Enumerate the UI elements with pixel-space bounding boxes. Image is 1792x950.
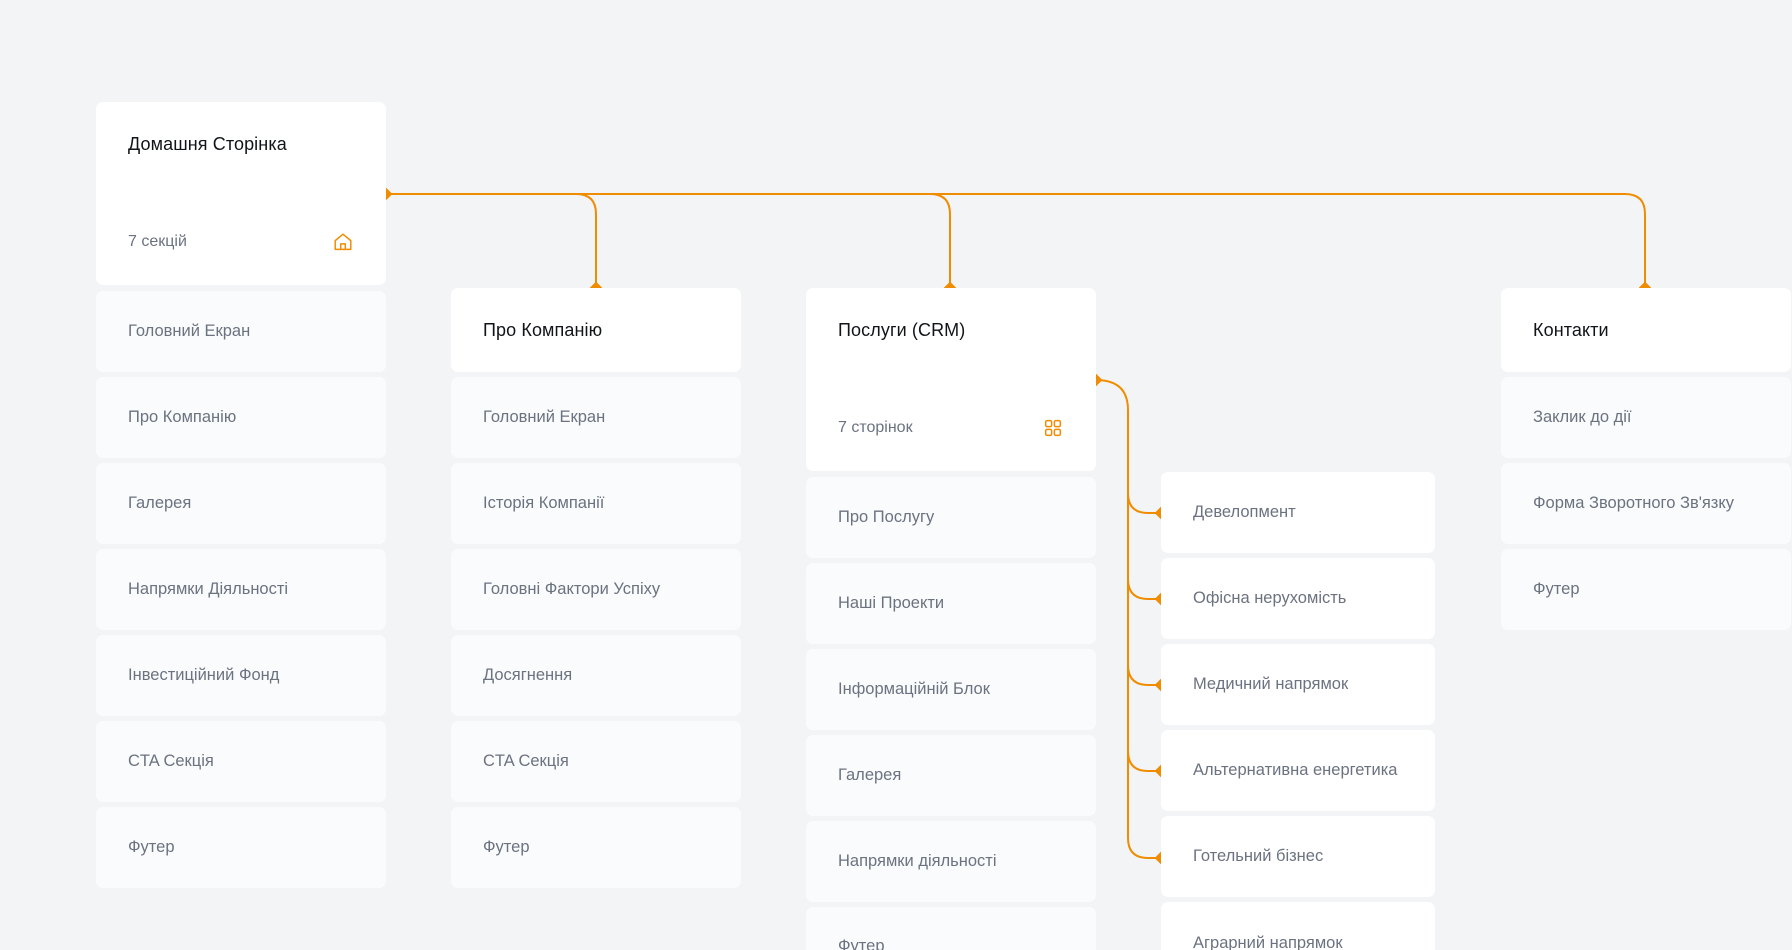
home-page-meta: 7 секцій — [128, 231, 354, 253]
service-page-item[interactable]: Офісна нерухомість — [1161, 558, 1435, 639]
contacts-section-item[interactable]: Форма Зворотного Зв'язку — [1501, 463, 1791, 544]
services-page-card[interactable]: Послуги (CRM) 7 сторінок — [806, 288, 1096, 471]
home-section-item[interactable]: Напрямки Діяльності — [96, 549, 386, 630]
service-page-label: Офісна нерухомість — [1193, 589, 1347, 607]
service-page-label: Альтернативна енергетика — [1193, 761, 1398, 779]
home-section-label: Футер — [128, 838, 175, 856]
about-section-label: Досягнення — [483, 666, 573, 684]
services-page-count: 7 сторінок — [838, 419, 913, 436]
services-section-item[interactable]: Напрямки діяльності — [806, 821, 1096, 902]
home-page-card[interactable]: Домашня Сторінка 7 секцій — [96, 102, 386, 285]
services-section-item[interactable]: Галерея — [806, 735, 1096, 816]
services-section-label: Футер — [838, 937, 885, 950]
contacts-section-item[interactable]: Футер — [1501, 549, 1791, 630]
about-page-card[interactable]: Про Компанію — [451, 288, 741, 372]
connector-home-to-services — [576, 193, 951, 288]
service-page-item[interactable]: Девелопмент — [1161, 472, 1435, 553]
home-section-label: Головний Екран — [128, 322, 251, 340]
connector-branch-2 — [1127, 578, 1161, 600]
service-page-item[interactable]: Готельний бізнес — [1161, 816, 1435, 897]
home-section-item[interactable]: Про Компанію — [96, 377, 386, 458]
home-section-label: Галерея — [128, 494, 192, 512]
about-section-item[interactable]: CTA Секція — [451, 721, 741, 802]
service-page-label: Аграрний напрямок — [1193, 934, 1343, 950]
about-section-item[interactable]: Головні Фактори Успіху — [451, 549, 741, 630]
connector-branch-3 — [1127, 664, 1161, 686]
services-section-item[interactable]: Інформаційній Блок — [806, 649, 1096, 730]
connector-home-to-about — [386, 193, 597, 288]
about-section-item[interactable]: Головний Екран — [451, 377, 741, 458]
services-section-item[interactable]: Наші Проекти — [806, 563, 1096, 644]
about-section-label: Футер — [483, 838, 530, 856]
services-section-item[interactable]: Про Послугу — [806, 477, 1096, 558]
about-section-label: CTA Секція — [483, 752, 569, 770]
services-page-title: Послуги (CRM) — [838, 320, 966, 340]
connector-branch-1 — [1127, 492, 1161, 514]
about-section-label: Головні Фактори Успіху — [483, 580, 661, 598]
services-section-label: Інформаційній Блок — [838, 680, 990, 698]
connector-home-to-contacts — [930, 193, 1646, 288]
services-section-item[interactable]: Футер — [806, 907, 1096, 950]
service-page-label: Девелопмент — [1193, 503, 1296, 521]
connector-services-to-pages — [1095, 379, 1161, 859]
home-section-label: Про Компанію — [128, 408, 237, 426]
services-section-label: Галерея — [838, 766, 902, 784]
home-page-count: 7 секцій — [128, 233, 187, 250]
services-page-meta: 7 сторінок — [838, 417, 1064, 439]
service-page-item[interactable]: Аграрний напрямок — [1161, 902, 1435, 950]
contacts-section-label: Заклик до дії — [1533, 408, 1632, 426]
service-page-item[interactable]: Медичний напрямок — [1161, 644, 1435, 725]
home-section-item[interactable]: CTA Секція — [96, 721, 386, 802]
service-page-item[interactable]: Альтернативна енергетика — [1161, 730, 1435, 811]
contacts-section-label: Форма Зворотного Зв'язку — [1533, 494, 1735, 512]
home-section-label: Інвестиційний Фонд — [128, 666, 280, 684]
sitemap-canvas: Домашня Сторінка 7 секцій Головний Екран… — [0, 0, 1792, 950]
home-section-label: CTA Секція — [128, 752, 214, 770]
service-page-label: Медичний напрямок — [1193, 675, 1349, 693]
contacts-page-title: Контакти — [1533, 320, 1609, 340]
about-section-item[interactable]: Історія Компанії — [451, 463, 741, 544]
grid-icon — [1042, 417, 1064, 439]
services-section-label: Напрямки діяльності — [838, 852, 997, 870]
about-page-title: Про Компанію — [483, 320, 603, 340]
about-section-item[interactable]: Досягнення — [451, 635, 741, 716]
service-page-label: Готельний бізнес — [1193, 847, 1324, 865]
home-section-item[interactable]: Футер — [96, 807, 386, 888]
about-section-item[interactable]: Футер — [451, 807, 741, 888]
home-section-item[interactable]: Галерея — [96, 463, 386, 544]
about-section-label: Історія Компанії — [483, 494, 605, 512]
services-section-label: Про Послугу — [838, 508, 935, 526]
contacts-section-label: Футер — [1533, 580, 1580, 598]
about-section-label: Головний Екран — [483, 408, 606, 426]
connector-branch-4 — [1127, 750, 1161, 772]
home-section-item[interactable]: Головний Екран — [96, 291, 386, 372]
home-page-title: Домашня Сторінка — [128, 134, 287, 154]
home-section-label: Напрямки Діяльності — [128, 580, 289, 598]
services-section-label: Наші Проекти — [838, 594, 945, 612]
contacts-page-card[interactable]: Контакти — [1501, 288, 1791, 372]
home-section-item[interactable]: Інвестиційний Фонд — [96, 635, 386, 716]
home-icon — [332, 231, 354, 253]
contacts-section-item[interactable]: Заклик до дії — [1501, 377, 1791, 458]
